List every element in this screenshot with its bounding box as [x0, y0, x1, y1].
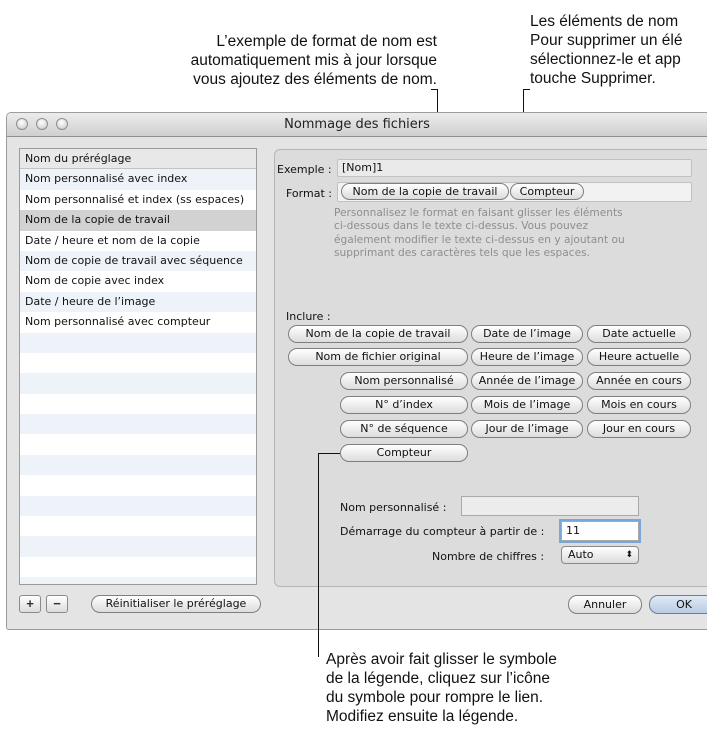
- format-token-copy-name[interactable]: Nom de la copie de travail: [341, 183, 509, 200]
- reset-preset-button[interactable]: Réinitialiser le préréglage: [91, 595, 261, 613]
- window-title: Nommage des fichiers: [284, 117, 430, 132]
- callout-line: sélectionnez-le et app: [530, 51, 681, 68]
- preset-item[interactable]: Nom personnalisé avec compteur: [20, 312, 256, 332]
- custom-name-input[interactable]: [461, 496, 639, 516]
- callout-line: L’exemple de format de nom est: [216, 33, 437, 50]
- title-bar: Nommage des fichiers: [7, 113, 707, 137]
- example-label: Exemple :: [277, 163, 332, 176]
- empty-row: [20, 414, 256, 435]
- zoom-window-button[interactable]: [56, 118, 68, 130]
- callout-format-example: L’exemple de format de nom est automatiq…: [131, 32, 437, 89]
- ok-button[interactable]: OK: [649, 595, 707, 614]
- empty-row: [20, 495, 256, 517]
- token-image-year[interactable]: Année de l’image: [471, 372, 583, 390]
- empty-row: [20, 475, 256, 495]
- counter-start-label: Démarrage du compteur à partir de :: [340, 525, 545, 538]
- token-current-year[interactable]: Année en cours: [587, 372, 691, 390]
- minimize-window-button[interactable]: [36, 118, 48, 130]
- empty-row: [20, 577, 256, 584]
- callout-line: de la légende, cliquez sur l’icône: [326, 670, 551, 687]
- token-current-date[interactable]: Date actuelle: [587, 325, 691, 343]
- token-counter[interactable]: Compteur: [340, 444, 468, 462]
- callout-line: Pour supprimer un élé: [530, 32, 683, 49]
- hint-line: ci-dessous dans le texte ci-dessus. Vous…: [334, 220, 589, 233]
- token-copy-name[interactable]: Nom de la copie de travail: [288, 325, 468, 343]
- token-sequence-number[interactable]: N° de séquence: [340, 420, 468, 438]
- token-image-day[interactable]: Jour de l’image: [471, 420, 583, 438]
- digits-select-value: Auto: [568, 548, 594, 561]
- format-label: Format :: [286, 187, 332, 200]
- empty-row: [20, 394, 256, 414]
- custom-name-label: Nom personnalisé :: [340, 501, 447, 514]
- token-image-time[interactable]: Heure de l’image: [471, 348, 583, 366]
- empty-row: [20, 536, 256, 557]
- empty-row: [20, 516, 256, 536]
- token-original-file-name[interactable]: Nom de fichier original: [288, 348, 468, 366]
- token-current-time[interactable]: Heure actuelle: [587, 348, 691, 366]
- callout-name-elements: Les éléments de nom Pour supprimer un él…: [530, 12, 707, 88]
- callout-leader-line: [318, 453, 340, 454]
- close-window-button[interactable]: [16, 118, 28, 130]
- token-custom-name[interactable]: Nom personnalisé: [340, 372, 468, 390]
- preset-item[interactable]: Date / heure et nom de la copie: [20, 231, 256, 251]
- token-image-month[interactable]: Mois de l’image: [471, 396, 583, 414]
- empty-row: [20, 434, 256, 454]
- token-image-date[interactable]: Date de l’image: [471, 325, 583, 343]
- empty-row: [20, 454, 256, 476]
- callout-line: Les éléments de nom: [530, 13, 679, 30]
- include-label: Inclure :: [286, 310, 331, 323]
- preset-list[interactable]: Nom du préréglage Nom personnalisé avec …: [19, 148, 257, 585]
- callout-line: du symbole pour rompre le lien.: [326, 689, 544, 706]
- callout-line: automatiquement mis à jour lorsque: [190, 52, 437, 69]
- callout-leader-line: [318, 453, 319, 657]
- callout-leader-line: [431, 89, 438, 90]
- example-field: [Nom]1: [337, 159, 692, 177]
- callout-legend-symbol: Après avoir fait glisser le symbole de l…: [326, 650, 626, 726]
- digits-label: Nombre de chiffres :: [432, 550, 545, 563]
- token-index-number[interactable]: N° d’index: [340, 396, 468, 414]
- callout-line: Modifiez ensuite la légende.: [326, 708, 519, 725]
- preset-item[interactable]: Nom personnalisé avec index: [20, 169, 256, 190]
- add-preset-button[interactable]: +: [19, 595, 41, 613]
- format-token-counter[interactable]: Compteur: [510, 183, 584, 200]
- hint-line: supprimant des caractères tels que les e…: [334, 247, 590, 260]
- callout-leader-line: [523, 89, 530, 90]
- preset-list-header: Nom du préréglage: [20, 149, 256, 170]
- format-hint: Personnalisez le format en faisant gliss…: [334, 207, 694, 261]
- remove-preset-button[interactable]: −: [46, 595, 68, 613]
- hint-line: Personnalisez le format en faisant gliss…: [334, 207, 623, 219]
- preset-item[interactable]: Nom de copie de travail avec séquence: [20, 250, 256, 272]
- preset-item[interactable]: Date / heure de l’image: [20, 291, 256, 313]
- empty-row: [20, 373, 256, 394]
- preset-item[interactable]: Nom personnalisé et index (ss espaces): [20, 190, 256, 210]
- cancel-button[interactable]: Annuler: [568, 595, 642, 614]
- hint-line: également modifier le texte ci-dessus en…: [334, 233, 625, 246]
- counter-start-input[interactable]: 11: [561, 521, 639, 541]
- callout-line: Après avoir fait glisser le symbole: [326, 651, 557, 668]
- callout-line: vous ajoutez des éléments de nom.: [193, 71, 437, 88]
- token-current-month[interactable]: Mois en cours: [587, 396, 691, 414]
- empty-row: [20, 557, 256, 577]
- preset-item-selected[interactable]: Nom de la copie de travail: [20, 210, 256, 231]
- digits-select[interactable]: Auto ⬍: [561, 546, 639, 564]
- select-arrows-icon: ⬍: [625, 550, 633, 560]
- token-current-day[interactable]: Jour en cours: [587, 420, 691, 438]
- empty-row: [20, 332, 256, 353]
- preset-item[interactable]: Nom de copie avec index: [20, 271, 256, 291]
- empty-row: [20, 353, 256, 373]
- callout-line: touche Supprimer.: [530, 70, 656, 87]
